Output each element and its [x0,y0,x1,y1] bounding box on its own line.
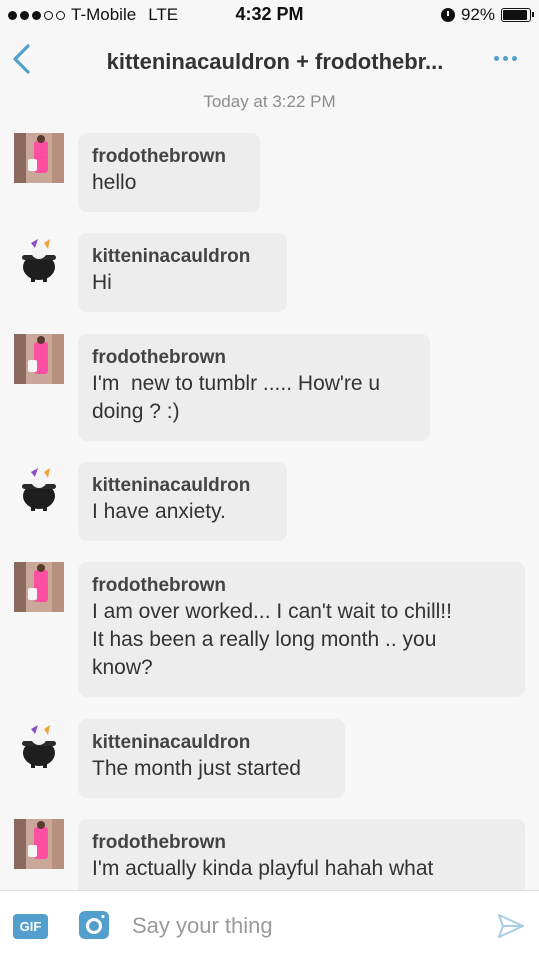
message-text: I'm new to tumblr ..... How're u doing ?… [92,372,381,423]
message-sender[interactable]: kitteninacauldron [92,731,331,755]
gif-button[interactable]: GIF [13,914,48,939]
status-bar: T-Mobile LTE 4:32 PM 92% [0,0,539,32]
avatar-frodothebrown[interactable] [14,133,64,183]
avatar-frodothebrown[interactable] [14,562,64,612]
avatar-kitteninacauldron[interactable] [14,233,64,283]
conversation-title[interactable]: kitteninacauldron + frodothebr... [70,49,480,75]
avatar-kitteninacauldron[interactable] [14,462,64,512]
battery-level [503,10,527,20]
chat-screen: T-Mobile LTE 4:32 PM 92% kitteninacauldr… [0,0,539,960]
message-sender[interactable]: kitteninacauldron [92,245,273,269]
avatar-frodothebrown[interactable] [14,334,64,384]
cauldron-kitten-icon [22,468,56,511]
message-bubble[interactable]: frodothebrown hello [78,133,260,212]
message-sender[interactable]: frodothebrown [92,831,511,855]
camera-icon [79,911,109,939]
message-bubble[interactable]: frodothebrown I'm new to tumblr ..... Ho… [78,334,430,441]
message-text: I have anxiety. [92,500,226,523]
message-sender[interactable]: frodothebrown [92,145,246,169]
camera-button[interactable] [78,910,110,940]
message-composer: GIF [0,890,539,960]
cauldron-kitten-icon [22,725,56,768]
message-sender[interactable]: kitteninacauldron [92,474,273,498]
nav-bar: kitteninacauldron + frodothebr... [0,32,539,90]
message-sender[interactable]: frodothebrown [92,346,416,370]
battery-percent: 92% [460,5,495,24]
avatar-kitteninacauldron[interactable] [14,719,64,769]
message-text: I am over worked... I can't wait to chil… [92,600,452,679]
avatar-frodothebrown[interactable] [14,819,64,869]
avatar-photo-icon [14,562,64,612]
message-text: The month just started [92,757,301,780]
avatar-photo-icon [14,133,64,183]
avatar-photo-icon [14,334,64,384]
more-options-icon[interactable] [494,56,517,61]
message-bubble[interactable]: kitteninacauldron I have anxiety. [78,462,287,541]
message-bubble[interactable]: kitteninacauldron The month just started [78,719,345,798]
message-text: Hi [92,271,112,294]
paper-plane-icon [498,914,524,938]
message-input[interactable] [132,911,472,941]
cauldron-kitten-icon [22,239,56,282]
message-text: hello [92,171,137,194]
battery-icon [501,8,534,22]
conversation-timestamp: Today at 3:22 PM [203,92,336,111]
message-bubble[interactable]: frodothebrown I am over worked... I can'… [78,562,525,697]
chevron-left-icon [13,44,30,74]
message-bubble[interactable]: kitteninacauldron Hi [78,233,287,312]
status-right: 92% [440,5,534,25]
back-button[interactable] [6,42,40,76]
alarm-icon [440,8,455,22]
message-sender[interactable]: frodothebrown [92,574,511,598]
send-button[interactable] [497,912,525,940]
avatar-photo-icon [14,819,64,869]
message-text: I'm actually kinda playful hahah what [92,857,434,880]
